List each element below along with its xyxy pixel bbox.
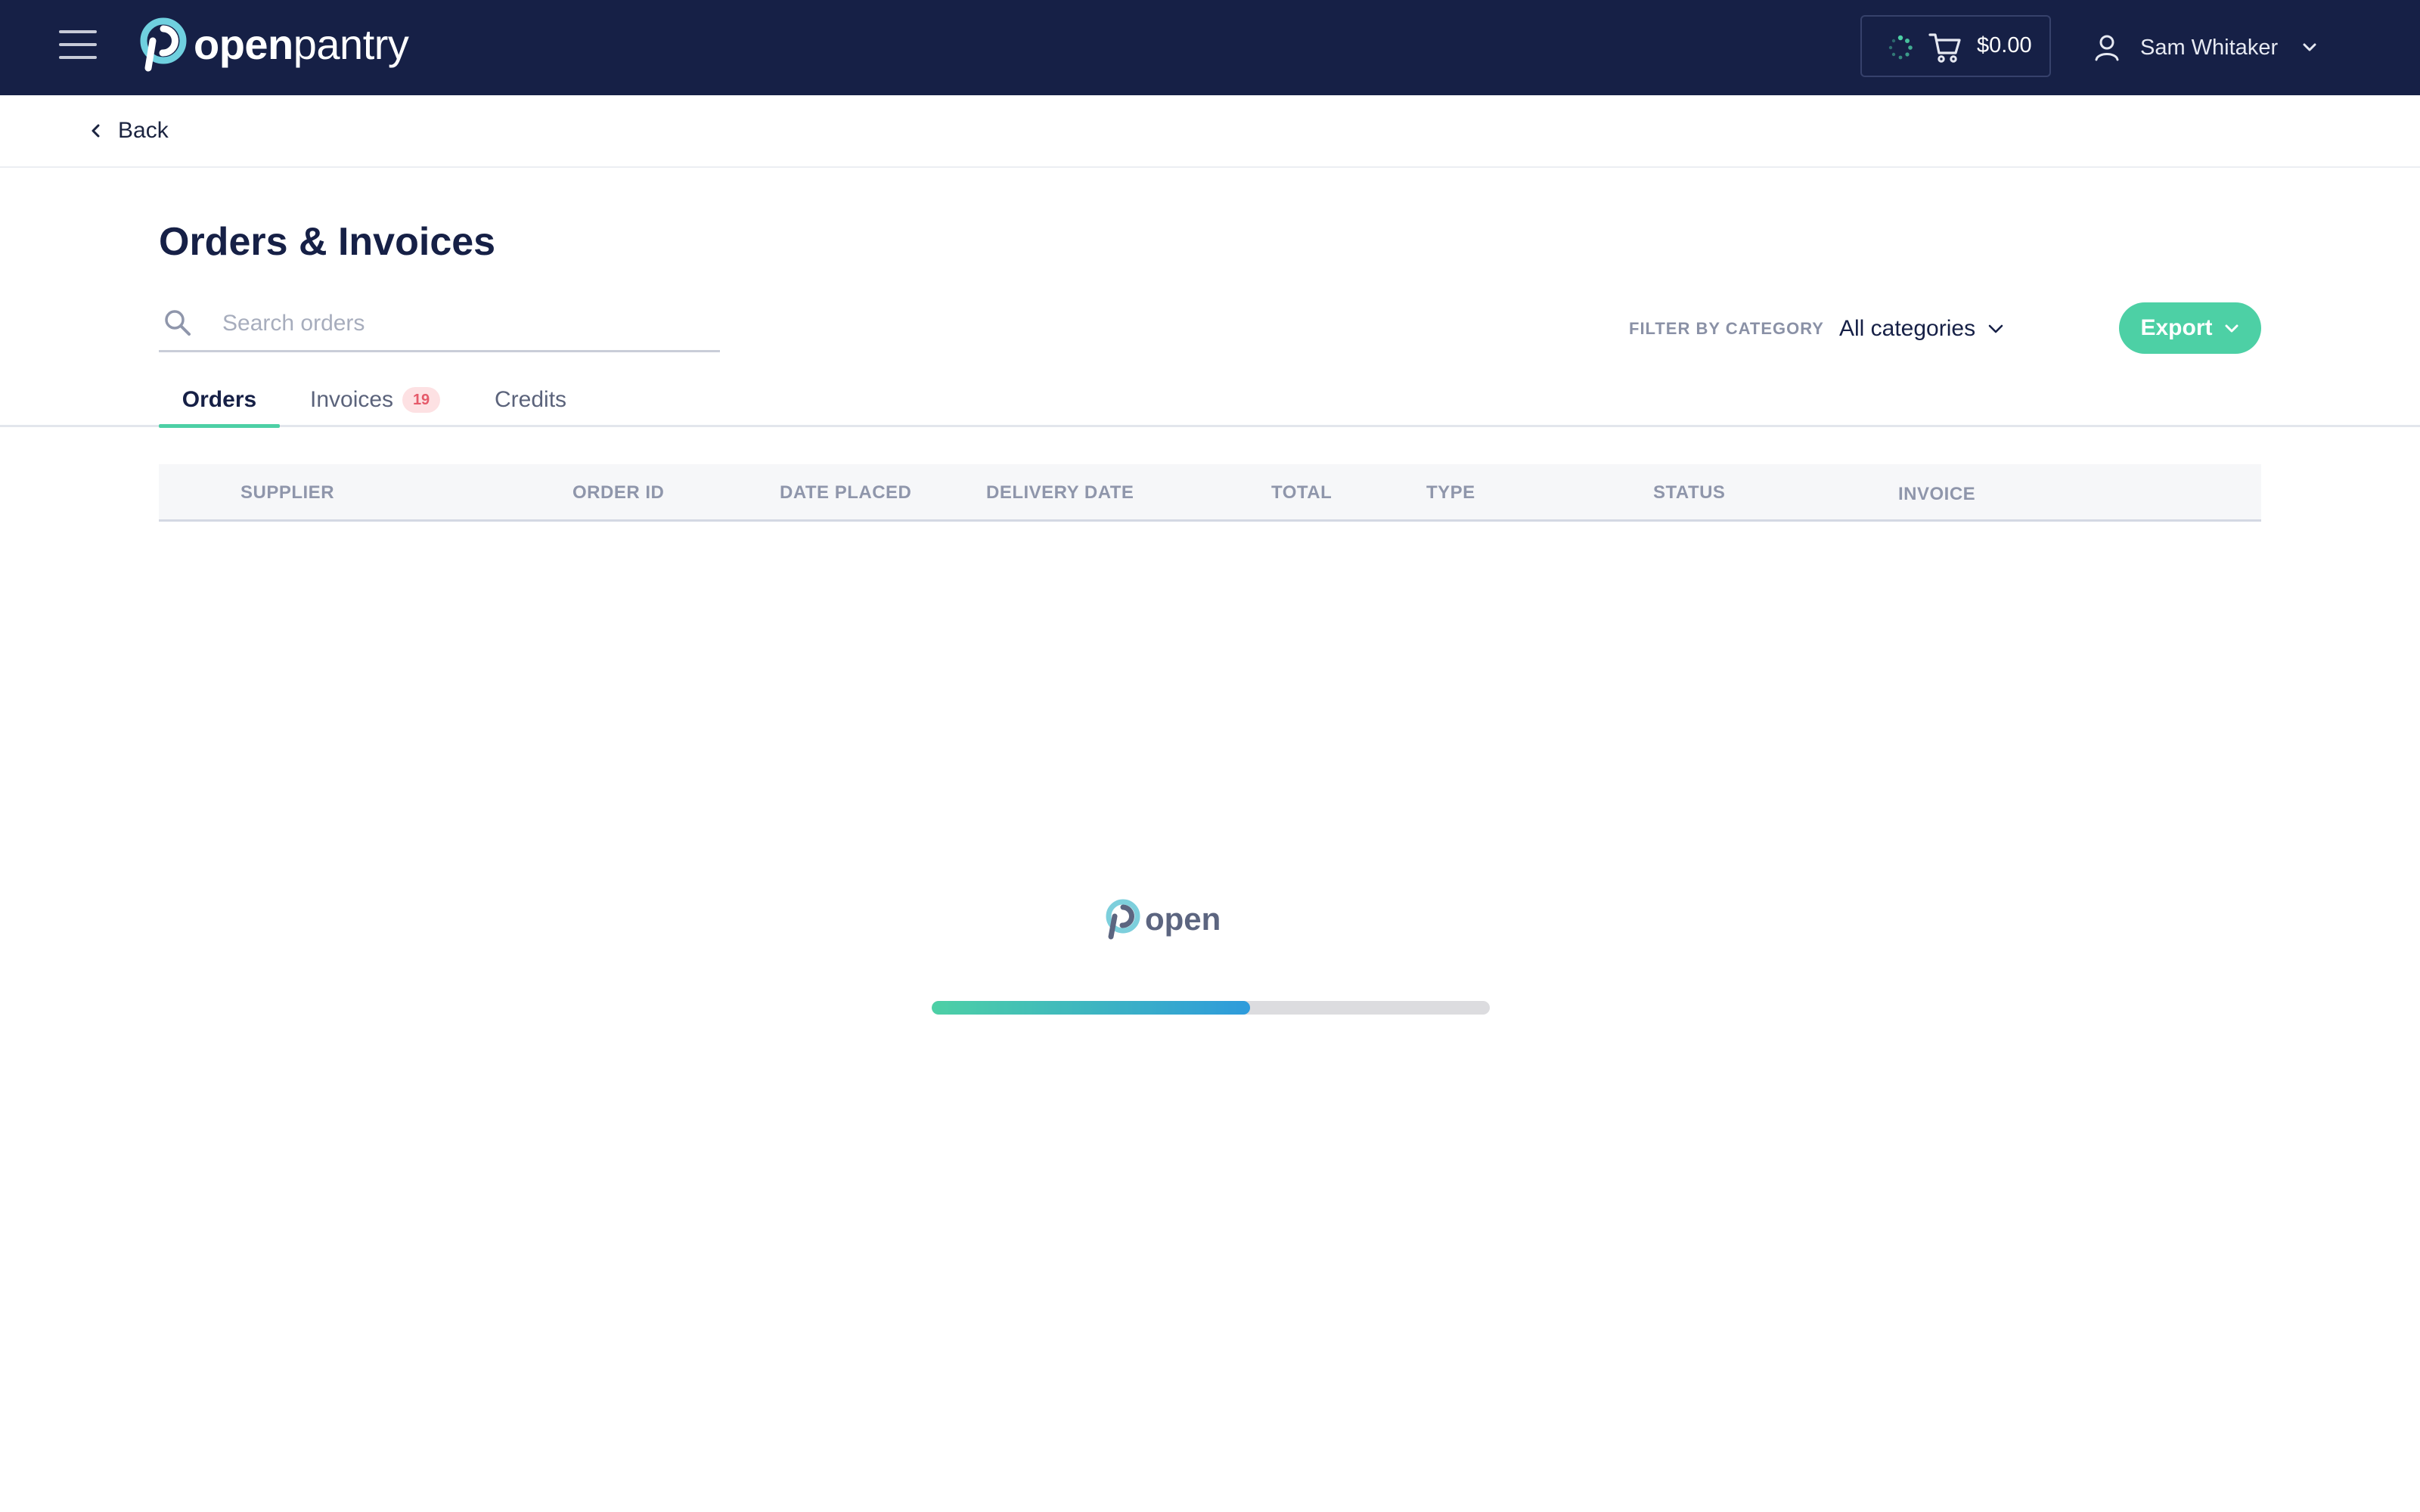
loading-logo: open xyxy=(1103,897,1225,942)
column-header-total[interactable]: TOTAL xyxy=(1271,482,1332,503)
search-icon xyxy=(165,310,191,336)
tab-orders[interactable]: Orders xyxy=(159,373,280,428)
export-label: Export xyxy=(2140,315,2213,340)
column-header-order-id[interactable]: ORDER ID xyxy=(572,482,664,503)
menu-icon[interactable] xyxy=(59,29,97,60)
logo-mark-icon xyxy=(140,17,187,72)
user-menu[interactable]: Sam Whitaker xyxy=(2092,23,2320,73)
column-header-status[interactable]: STATUS xyxy=(1653,482,1725,503)
column-header-type[interactable]: TYPE xyxy=(1426,482,1475,503)
search-input[interactable] xyxy=(222,305,706,342)
category-select[interactable]: All categories xyxy=(1839,316,2006,342)
back-bar: Back xyxy=(0,95,2420,168)
tab-credits[interactable]: Credits xyxy=(495,373,566,426)
page-title: Orders & Invoices xyxy=(159,220,496,264)
chevron-down-icon xyxy=(2225,324,2238,333)
export-button[interactable]: Export xyxy=(2119,302,2261,354)
logo-text: openpantry xyxy=(194,20,409,68)
chevron-down-icon xyxy=(1988,324,2003,333)
cart-icon xyxy=(1928,33,1961,63)
tab-label: Credits xyxy=(495,387,567,412)
chevron-down-icon xyxy=(2303,43,2316,51)
cart-button[interactable]: $0.00 xyxy=(1860,15,2051,77)
cart-total: $0.00 xyxy=(1977,33,2032,57)
column-header-invoice[interactable]: INVOICE xyxy=(1898,484,1975,505)
active-tab-indicator xyxy=(159,424,280,428)
column-header-supplier[interactable]: SUPPLIER xyxy=(240,482,334,503)
tab-invoices[interactable]: Invoices 19 xyxy=(310,373,441,426)
filter-label: FILTER BY CATEGORY xyxy=(1629,319,1824,338)
loading-logo-text: open xyxy=(1145,901,1221,937)
orders-table-header: SUPPLIER ORDER ID DATE PLACED DELIVERY D… xyxy=(159,464,2261,522)
column-header-delivery-date[interactable]: DELIVERY DATE xyxy=(986,482,1134,503)
user-name: Sam Whitaker xyxy=(2140,35,2279,60)
category-select-value: All categories xyxy=(1838,316,1976,341)
logo-mark-icon xyxy=(1106,899,1140,940)
column-header-date-placed[interactable]: DATE PLACED xyxy=(780,482,911,503)
loading-progress-fill xyxy=(932,1001,1250,1015)
back-button[interactable]: Back xyxy=(88,112,169,150)
invoices-count-badge: 19 xyxy=(402,387,441,413)
user-icon xyxy=(2095,35,2119,61)
top-navbar: openpantry $0.00 Sam Whitaker xyxy=(0,0,2420,95)
category-filter: FILTER BY CATEGORY All categories xyxy=(1629,310,2006,348)
back-label: Back xyxy=(118,118,169,143)
loading-progress-bar xyxy=(932,1001,1490,1015)
chevron-left-icon xyxy=(92,124,100,138)
spinner-icon xyxy=(1888,35,1913,60)
app-logo[interactable]: openpantry xyxy=(136,15,409,73)
tab-label: Orders xyxy=(182,387,257,412)
search-bar xyxy=(159,301,720,352)
tab-label: Invoices xyxy=(310,387,394,412)
